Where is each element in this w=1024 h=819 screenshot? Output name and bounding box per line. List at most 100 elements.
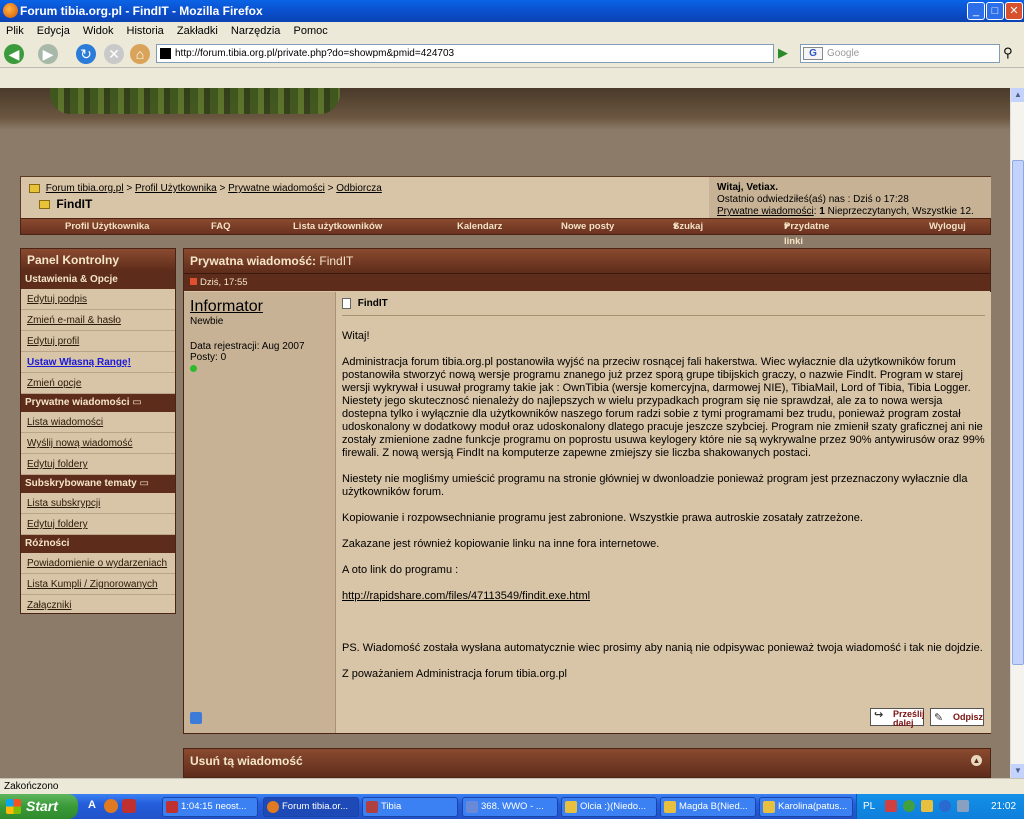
nav-profile[interactable]: Profil Użytkownika: [65, 219, 149, 234]
reload-icon[interactable]: ↻: [76, 44, 96, 64]
scroll-up-icon[interactable]: ▲: [1011, 88, 1024, 102]
collapse-icon[interactable]: ▭: [140, 478, 149, 489]
search-input[interactable]: G Google: [800, 44, 1000, 63]
collapse-icon[interactable]: ▭: [132, 397, 141, 408]
sidebar-link-event-reminders[interactable]: Powiadomienie o wydarzeniach: [27, 558, 167, 569]
tray-app-icon[interactable]: [921, 800, 933, 812]
author-username[interactable]: Informator: [190, 298, 329, 316]
nav-calendar[interactable]: Kalendarz: [457, 219, 502, 234]
firefox-quicklaunch-icon[interactable]: [104, 799, 118, 813]
nav-members[interactable]: Lista użytkowników: [293, 219, 382, 234]
message-subject: FindIT: [342, 298, 985, 317]
network-icon[interactable]: [939, 800, 951, 812]
sidebar-section-pm[interactable]: Prywatne wiadomości ▭: [21, 394, 175, 412]
menu-history[interactable]: Historia: [127, 25, 164, 37]
menu-bookmarks[interactable]: Zakładki: [177, 25, 218, 37]
current-thread-title: FindIT: [39, 197, 699, 211]
message-paragraph: Niestety nie mogliśmy umieścić programu …: [342, 473, 968, 499]
nav-logout[interactable]: Wyloguj: [929, 219, 966, 234]
start-button[interactable]: Start: [0, 794, 78, 819]
taskbar-item-active[interactable]: Forum tibia.or...: [263, 797, 359, 817]
breadcrumb-profile-link[interactable]: Profil Użytkownika: [135, 183, 217, 194]
forward-arrow-icon[interactable]: ▶: [38, 44, 58, 64]
forum-banner: [0, 88, 1010, 130]
private-message-panel: Prywatna wiadomość: FindIT Dziś, 17:55 I…: [183, 248, 991, 734]
browser-status-bar: Zakończono: [0, 778, 1024, 794]
back-arrow-icon[interactable]: ◀: [4, 44, 24, 64]
window-title: Forum tibia.org.pl - FindIT - Mozilla Fi…: [20, 4, 263, 18]
vertical-scrollbar[interactable]: ▲ ▼: [1010, 88, 1024, 778]
scroll-down-icon[interactable]: ▼: [1011, 764, 1024, 778]
breadcrumb-forum-link[interactable]: Forum tibia.org.pl: [46, 183, 124, 194]
tray-app-icon[interactable]: [903, 800, 915, 812]
taskbar-item-label: 1:04:15 neost...: [181, 801, 247, 812]
taskbar-item[interactable]: Karolina(patus...: [759, 797, 853, 817]
reply-button[interactable]: ✎ Odpisz: [930, 708, 984, 726]
sidebar-link-custom-rank[interactable]: Ustaw Własną Rangę!: [27, 357, 131, 368]
nav-new-posts[interactable]: Nowe posty: [561, 219, 614, 234]
quicklaunch-icon[interactable]: A: [88, 799, 96, 811]
sidebar-link-edit-signature[interactable]: Edytuj podpis: [27, 294, 87, 305]
language-indicator[interactable]: PL: [863, 794, 875, 819]
tray-app-icon[interactable]: [885, 800, 897, 812]
stop-icon[interactable]: ✕: [104, 44, 124, 64]
author-info-pane: Informator Newbie Data rejestracji: Aug …: [184, 292, 335, 733]
sidebar-link-message-list[interactable]: Lista wiadomości: [27, 417, 103, 428]
sidebar-link-edit-folders-subs[interactable]: Edytuj foldery: [27, 519, 88, 530]
menu-edit[interactable]: Edycja: [37, 25, 70, 37]
maximize-button[interactable]: □: [986, 2, 1004, 20]
go-arrow-icon[interactable]: ▶: [778, 45, 794, 61]
post-status-icon: [190, 278, 197, 285]
taskbar-item[interactable]: Olcia :)(Niedo...: [561, 797, 657, 817]
sidebar-section-misc: Różności: [21, 535, 175, 553]
close-button[interactable]: ✕: [1005, 2, 1023, 20]
author-post-count: Posty: 0: [190, 352, 227, 363]
sidebar-link-change-email[interactable]: Zmień e-mail & hasło: [27, 315, 121, 326]
taskbar-item[interactable]: Tibia: [362, 797, 458, 817]
envelope-icon: [664, 801, 676, 813]
nav-faq[interactable]: FAQ: [211, 219, 231, 234]
sidebar-section-subscriptions[interactable]: Subskrybowane tematy ▭: [21, 475, 175, 493]
taskbar-item[interactable]: 368. WWO - ...: [462, 797, 558, 817]
sidebar-link-send-message[interactable]: Wyślij nową wiadomość: [27, 438, 133, 449]
collapse-up-icon[interactable]: ▲: [971, 755, 982, 766]
taskbar-item[interactable]: Magda B(Nied...: [660, 797, 756, 817]
google-engine-icon[interactable]: G: [803, 47, 823, 60]
breadcrumb-inbox-link[interactable]: Odbiorcza: [336, 183, 382, 194]
reply-pencil-icon: ✎: [934, 712, 944, 724]
taskbar-clock[interactable]: 21:02: [991, 794, 1016, 819]
forward-button-label: Prześlij dalej: [893, 709, 925, 728]
sidebar-link-subscriptions[interactable]: Lista subskrypcji: [27, 498, 100, 509]
menu-view[interactable]: Widok: [83, 25, 114, 37]
message-body: Witaj! Administracja forum tibia.org.pl …: [342, 330, 985, 681]
pm-link[interactable]: Prywatne wiadomości: [717, 206, 814, 217]
folder-icon: [29, 183, 40, 193]
quicklaunch-app-icon[interactable]: [122, 799, 136, 813]
sidebar-section-settings: Ustawienia & Opcje: [21, 271, 175, 289]
sidebar-link-change-options[interactable]: Zmień opcje: [27, 378, 81, 389]
volume-icon[interactable]: [957, 800, 969, 812]
menu-tools[interactable]: Narzędzia: [231, 25, 281, 37]
search-placeholder: Google: [827, 48, 860, 59]
menu-help[interactable]: Pomoc: [294, 25, 328, 37]
search-icon[interactable]: ⚲: [1003, 45, 1013, 61]
sidebar-link-buddy-list[interactable]: Lista Kumpli / Zignorowanych: [27, 579, 158, 590]
scroll-thumb[interactable]: [1012, 160, 1024, 665]
sidebar-link-edit-profile[interactable]: Edytuj profil: [27, 336, 79, 347]
document-icon: [342, 298, 351, 309]
menu-file[interactable]: Plik: [6, 25, 24, 37]
home-icon[interactable]: ⌂: [130, 44, 150, 64]
forward-button[interactable]: ↪ Prześlij dalej: [870, 708, 925, 728]
folder-open-icon: [39, 200, 50, 210]
taskbar-item[interactable]: 1:04:15 neost...: [162, 797, 258, 817]
taskbar-item-label: Karolina(patus...: [778, 801, 848, 812]
sidebar-link-attachments[interactable]: Załączniki: [27, 600, 71, 611]
download-link[interactable]: http://rapidshare.com/files/47113549/fin…: [342, 590, 590, 602]
sidebar-link-edit-folders[interactable]: Edytuj foldery: [27, 459, 88, 470]
start-label: Start: [26, 798, 58, 814]
report-post-icon[interactable]: [190, 712, 202, 724]
message-date-bar: Dziś, 17:55: [184, 273, 990, 291]
minimize-button[interactable]: _: [967, 2, 985, 20]
url-bar[interactable]: http://forum.tibia.org.pl/private.php?do…: [156, 44, 774, 63]
breadcrumb-pm-link[interactable]: Prywatne wiadomości: [228, 183, 325, 194]
